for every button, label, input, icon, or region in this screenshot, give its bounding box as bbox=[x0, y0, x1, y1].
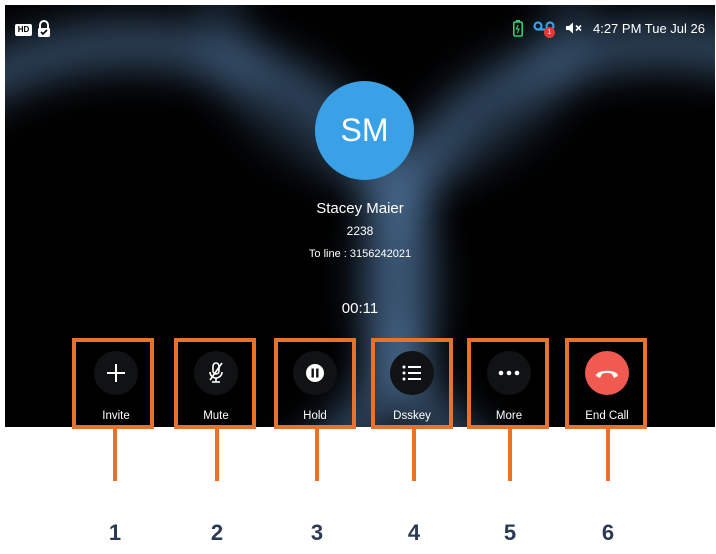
contact-extension: 2238 bbox=[346, 224, 374, 238]
highlight-box-5 bbox=[467, 338, 549, 429]
voicemail-count-badge: 1 bbox=[543, 27, 555, 38]
callout-number-4: 4 bbox=[407, 520, 421, 545]
highlight-box-1 bbox=[72, 338, 154, 429]
callout-number-6: 6 bbox=[601, 520, 615, 545]
callout-line-5 bbox=[508, 429, 512, 481]
callout-line-6 bbox=[606, 429, 610, 481]
callout-line-4 bbox=[412, 429, 416, 481]
contact-avatar: SM bbox=[315, 81, 414, 180]
status-right: 1 4:27 PM Tue Jul 26 bbox=[512, 19, 705, 38]
callout-number-2: 2 bbox=[210, 520, 224, 545]
callout-line-3 bbox=[315, 429, 319, 481]
hd-icon: HD bbox=[15, 24, 32, 36]
battery-icon bbox=[512, 19, 523, 37]
contact-name: Stacey Maier bbox=[316, 200, 404, 217]
callout-line-1 bbox=[113, 429, 117, 481]
call-duration: 00:11 bbox=[341, 300, 379, 317]
highlight-box-2 bbox=[174, 338, 256, 429]
to-line: To line : 3156242021 bbox=[308, 248, 412, 260]
lock-icon bbox=[38, 20, 50, 37]
highlight-box-4 bbox=[371, 338, 453, 429]
callout-number-3: 3 bbox=[310, 520, 324, 545]
highlight-box-6 bbox=[565, 338, 647, 429]
highlight-box-3 bbox=[274, 338, 356, 429]
callout-line-2 bbox=[215, 429, 219, 481]
status-bar: HD 1 4:27 PM Tue Jul 26 bbox=[5, 5, 715, 47]
callout-number-1: 1 bbox=[108, 520, 122, 545]
status-time: 4:27 PM Tue Jul 26 bbox=[592, 20, 705, 36]
callout-number-5: 5 bbox=[503, 520, 517, 545]
muted-volume-icon bbox=[565, 22, 582, 34]
voicemail-indicator[interactable]: 1 bbox=[533, 19, 555, 38]
